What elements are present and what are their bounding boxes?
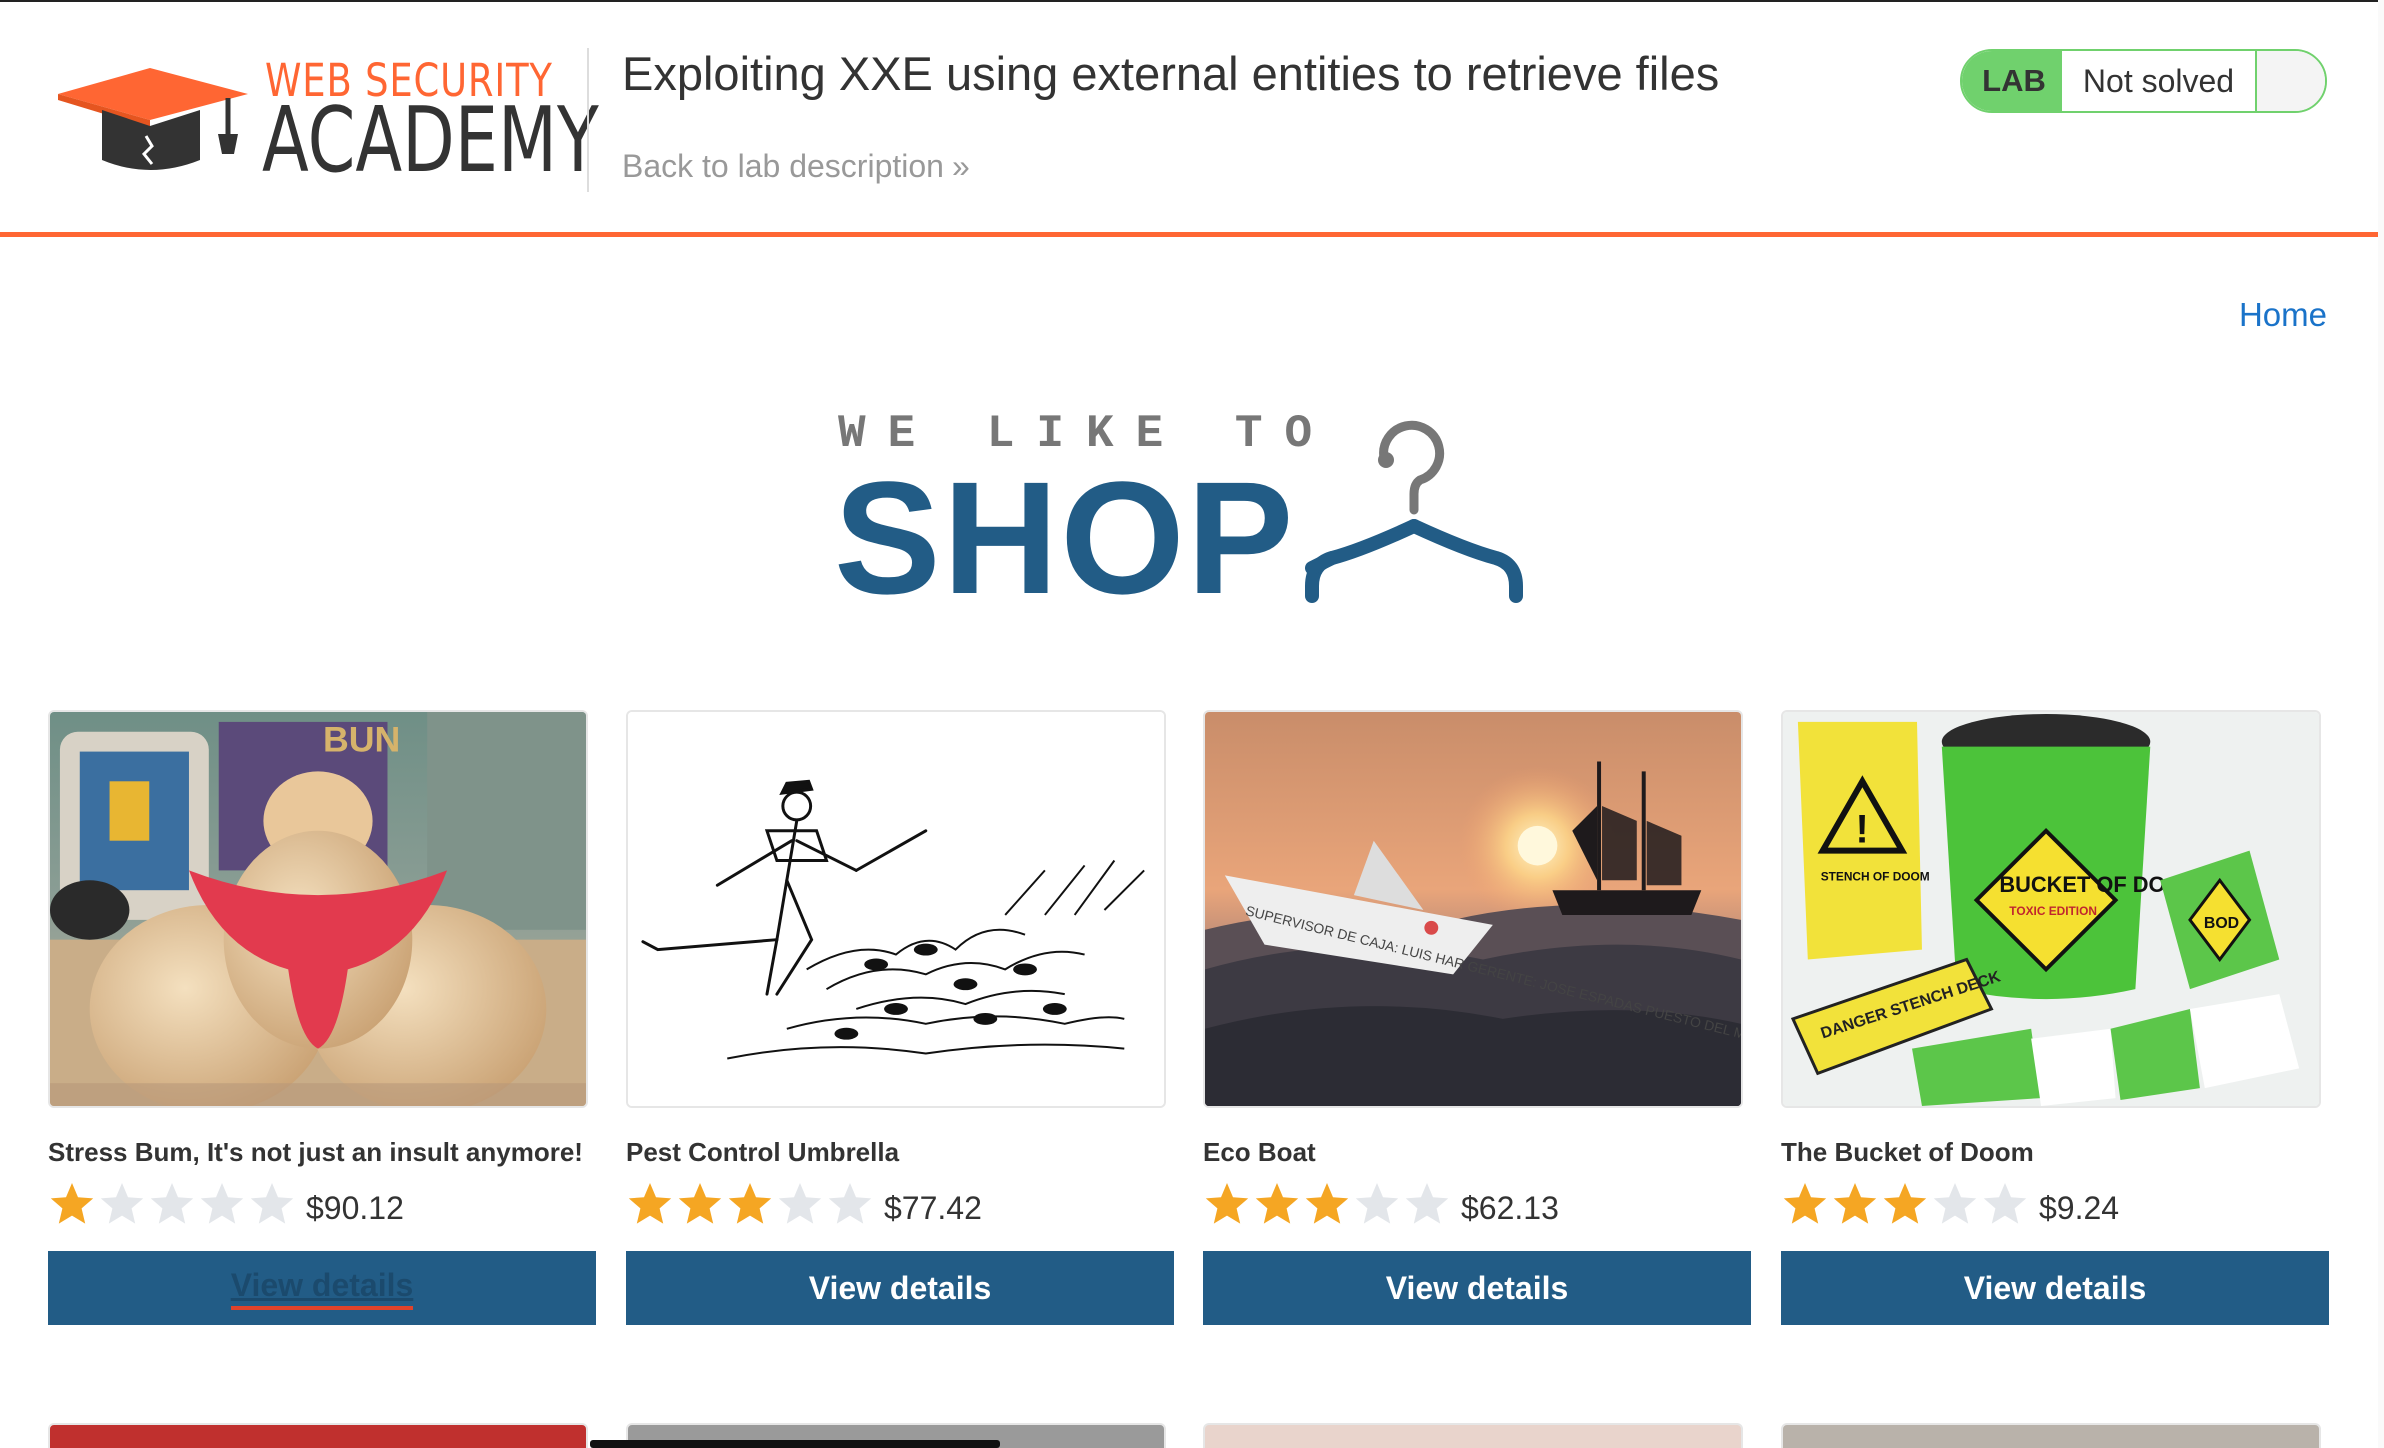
academy-logo[interactable]: WEB SECURITY ACADEMY (50, 50, 599, 190)
graduation-cap-icon (58, 68, 248, 170)
star-empty-icon (1933, 1183, 1977, 1224)
academy-header: WEB SECURITY ACADEMY Exploiting XXE usin… (0, 0, 2384, 237)
star-empty-icon (1405, 1183, 1449, 1224)
double-chevron-right-icon: » (951, 148, 970, 184)
coat-hanger-icon (1305, 420, 1523, 603)
product-rating: $77.42 (626, 1180, 982, 1228)
hero-title: SHOP (834, 448, 1296, 627)
product-price: $62.13 (1461, 1189, 1559, 1226)
product-name: The Bucket of Doom (1781, 1137, 2034, 1167)
view-details-label: View details (1385, 1269, 1569, 1306)
product-name: Eco Boat (1203, 1137, 1316, 1167)
view-details-label: View details (808, 1269, 992, 1306)
horizontal-scrollbar[interactable] (590, 1440, 1000, 1448)
product-name: Pest Control Umbrella (626, 1137, 900, 1167)
window-edge (2378, 0, 2384, 1448)
mug-label: BUN (323, 720, 400, 760)
paper-boat-sunset-photo-icon: SUPERVISOR DE CAJA: LUIS HAR GERENTE: JO… (1205, 712, 1741, 1106)
view-details-button[interactable]: View details (626, 1251, 1174, 1325)
product-image-partial (1781, 1423, 2321, 1448)
star-empty-icon (1983, 1183, 2027, 1224)
lab-status-widget: LAB Not solved (1960, 49, 2327, 113)
view-details-label: View details (230, 1267, 414, 1310)
bucket-of-doom-photo-icon: ! STENCH OF DOOM BUCKET OF DOOM TOXIC ED… (1783, 712, 2319, 1106)
view-details-button[interactable]: View details (1203, 1251, 1751, 1325)
star-empty-icon (1355, 1183, 1399, 1224)
product-price: $77.42 (884, 1189, 982, 1226)
star-empty-icon (100, 1183, 144, 1224)
stress-bum-photo-icon: BUN (50, 712, 586, 1106)
star-empty-icon (828, 1183, 872, 1224)
pied-piper-sketch-icon (628, 712, 1164, 1106)
header-divider (587, 48, 589, 192)
view-details-button[interactable]: View details (1781, 1251, 2329, 1325)
star-empty-icon (200, 1183, 244, 1224)
home-link[interactable]: Home (2239, 296, 2327, 334)
star-filled-icon (1305, 1183, 1349, 1224)
back-to-lab-description-link[interactable]: Back to lab description» (622, 148, 970, 185)
lab-status-icon-area (2257, 51, 2325, 111)
product-rating: $9.24 (1781, 1180, 2119, 1228)
star-filled-icon (1833, 1183, 1877, 1224)
star-filled-icon (1783, 1183, 1827, 1224)
product-image-partial (48, 1423, 588, 1448)
star-filled-icon (728, 1183, 772, 1224)
star-empty-icon (150, 1183, 194, 1224)
svg-text:!: ! (1855, 808, 1868, 852)
star-filled-icon (1255, 1183, 1299, 1224)
product-rating: $90.12 (48, 1180, 404, 1228)
card-label: BOD (2204, 915, 2239, 932)
lab-status-text: Not solved (2062, 51, 2257, 111)
back-link-label: Back to lab description (622, 148, 944, 184)
star-filled-icon (1205, 1183, 1249, 1224)
product-rating: $62.13 (1203, 1180, 1559, 1228)
product-image: SUPERVISOR DE CAJA: LUIS HAR GERENTE: JO… (1203, 710, 1743, 1108)
page: WEB SECURITY ACADEMY Exploiting XXE usin… (0, 0, 2384, 1448)
lab-badge: LAB (1962, 51, 2062, 111)
lab-title: Exploiting XXE using external entities t… (622, 47, 1720, 100)
product-name: Stress Bum, It's not just an insult anym… (48, 1137, 583, 1167)
product-card: Pest Control Umbrella $77.42 View detail… (626, 710, 1174, 1325)
star-filled-icon (628, 1183, 672, 1224)
product-image-partial (1203, 1423, 1743, 1448)
product-price: $9.24 (2039, 1189, 2120, 1226)
bag-label: STENCH OF DOOM (1821, 869, 1930, 883)
bucket-subtitle: TOXIC EDITION (2009, 904, 2097, 918)
product-image (626, 710, 1166, 1108)
product-image: ! STENCH OF DOOM BUCKET OF DOOM TOXIC ED… (1781, 710, 2321, 1108)
view-details-button[interactable]: View details (48, 1251, 596, 1325)
product-card: SUPERVISOR DE CAJA: LUIS HAR GERENTE: JO… (1203, 710, 1751, 1325)
view-details-label: View details (1963, 1269, 2147, 1306)
star-filled-icon (1883, 1183, 1927, 1224)
logo-bottom-text: ACADEMY (262, 88, 599, 193)
product-card: ! STENCH OF DOOM BUCKET OF DOOM TOXIC ED… (1781, 710, 2329, 1325)
product-price: $90.12 (306, 1189, 404, 1226)
star-filled-icon (50, 1183, 94, 1224)
product-card: BUN Stress Bum, It's not just an insult … (48, 710, 596, 1325)
star-filled-icon (678, 1183, 722, 1224)
star-empty-icon (778, 1183, 822, 1224)
star-empty-icon (250, 1183, 294, 1224)
product-image: BUN (48, 710, 588, 1108)
shop-hero-banner: WE LIKE TO SHOP (834, 400, 1550, 618)
